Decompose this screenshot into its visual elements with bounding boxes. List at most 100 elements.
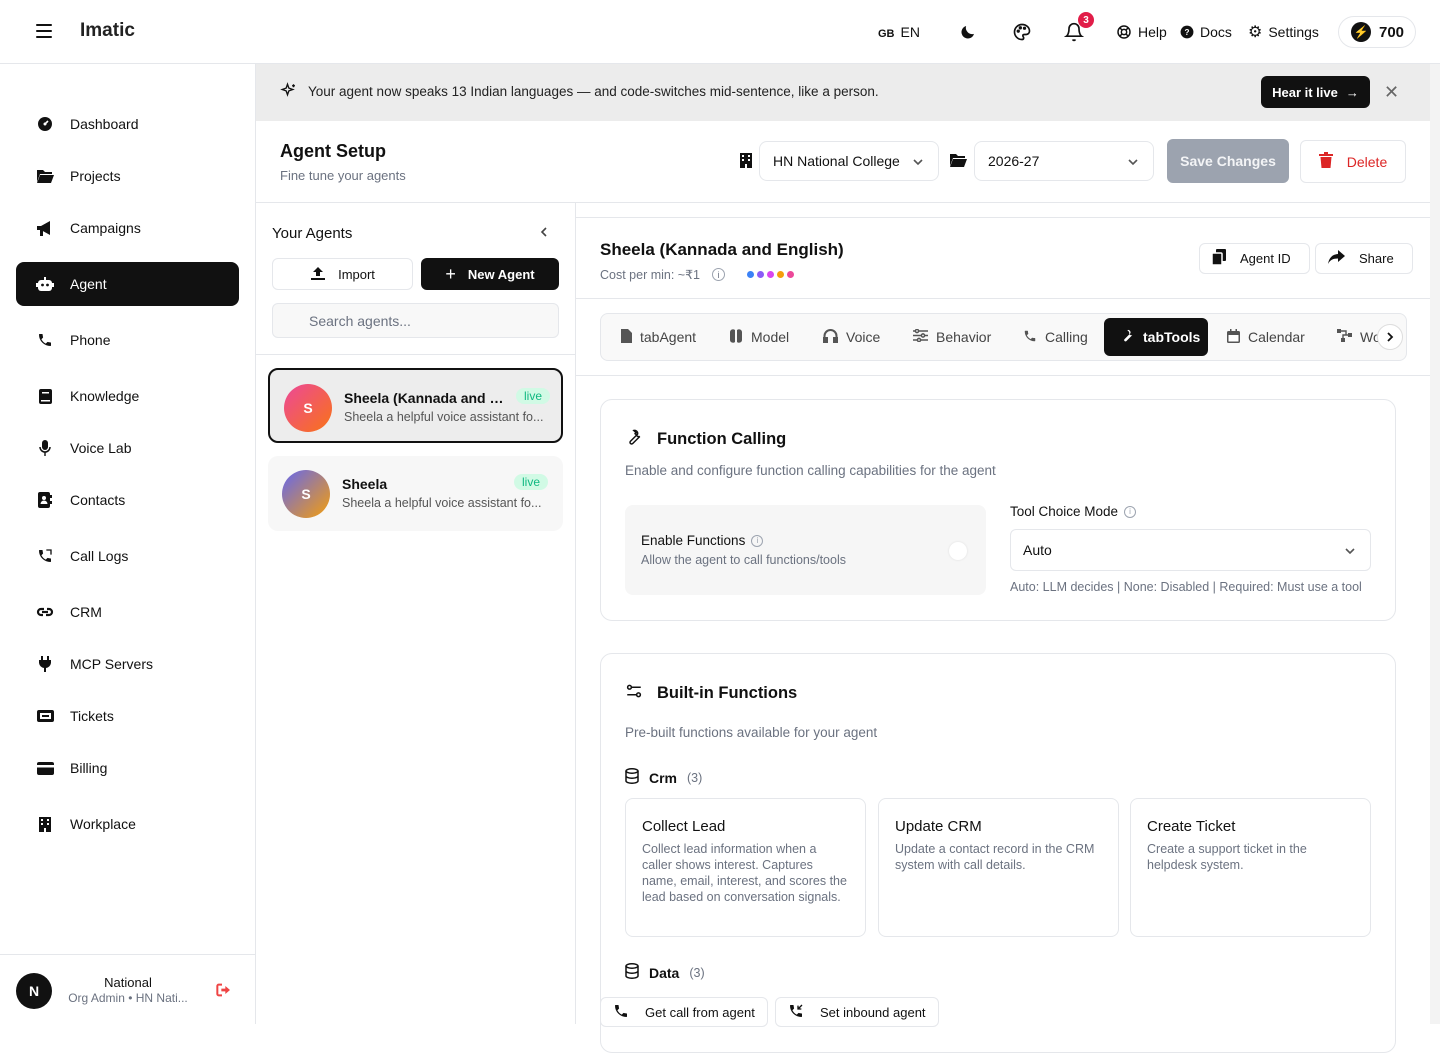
sidebar-item-agent[interactable]: Agent bbox=[16, 262, 239, 306]
function-card-update-crm[interactable]: Update CRM Update a contact record in th… bbox=[878, 798, 1119, 937]
tab-voice[interactable]: Voice bbox=[807, 318, 889, 356]
wrench-icon bbox=[625, 428, 643, 451]
function-description: Update a contact record in the CRM syste… bbox=[895, 842, 1095, 872]
get-call-button[interactable]: Get call from agent bbox=[600, 997, 768, 1027]
search-agents-input[interactable]: Search agents... bbox=[272, 303, 559, 338]
organization-select[interactable]: HN National College bbox=[759, 141, 939, 181]
tab-calendar[interactable]: Calendar bbox=[1211, 318, 1311, 356]
palette-icon[interactable] bbox=[1010, 20, 1034, 44]
tab-tabtools[interactable]: tabTools bbox=[1104, 318, 1208, 356]
sidebar-item-tickets[interactable]: Tickets bbox=[16, 694, 239, 738]
bolt-icon: ⚡ bbox=[1351, 22, 1371, 42]
new-agent-label: New Agent bbox=[467, 266, 535, 282]
sidebar-item-contacts[interactable]: Contacts bbox=[16, 478, 239, 522]
sidebar-item-voice-lab[interactable]: Voice Lab bbox=[16, 426, 239, 470]
docs-button[interactable]: ? Docs bbox=[1180, 0, 1232, 64]
link-icon bbox=[36, 603, 54, 621]
enable-functions-description: Allow the agent to call functions/tools bbox=[641, 553, 846, 567]
credits-badge[interactable]: ⚡ 700 bbox=[1338, 16, 1416, 48]
language-dots bbox=[747, 271, 795, 278]
chevron-left-icon[interactable] bbox=[538, 225, 550, 241]
sidebar-item-phone[interactable]: Phone bbox=[16, 318, 239, 362]
sidebar-item-crm[interactable]: CRM bbox=[16, 590, 239, 634]
cost-per-min: Cost per min: ~₹1 i bbox=[600, 267, 795, 282]
set-inbound-button[interactable]: Set inbound agent bbox=[775, 997, 939, 1027]
agent-avatar: S bbox=[282, 470, 330, 518]
chevron-right-icon[interactable] bbox=[1377, 324, 1403, 350]
banner-text: Your agent now speaks 13 Indian language… bbox=[308, 84, 879, 99]
delete-button[interactable]: Delete bbox=[1300, 140, 1406, 183]
sidebar-item-workplace[interactable]: Workplace bbox=[16, 802, 239, 846]
save-changes-button[interactable]: Save Changes bbox=[1167, 139, 1289, 183]
info-icon[interactable]: i bbox=[751, 534, 764, 547]
agent-card-selected[interactable]: S Sheela (Kannada and E... Sheela a help… bbox=[268, 368, 563, 443]
menu-icon[interactable] bbox=[36, 24, 52, 38]
function-card-create-ticket[interactable]: Create Ticket Create a support ticket in… bbox=[1130, 798, 1371, 937]
building-icon bbox=[740, 153, 752, 171]
sidebar-item-label: CRM bbox=[70, 604, 102, 620]
sidebar-item-label: Workplace bbox=[70, 816, 136, 832]
sidebar-item-label: Campaigns bbox=[70, 220, 141, 236]
share-button[interactable]: Share bbox=[1315, 243, 1413, 274]
moon-icon[interactable] bbox=[956, 20, 980, 44]
info-icon[interactable]: i bbox=[1124, 505, 1137, 518]
import-button[interactable]: Import bbox=[272, 258, 413, 290]
logout-icon[interactable] bbox=[216, 983, 232, 1000]
tool-choice-select[interactable]: Auto bbox=[1010, 529, 1371, 571]
close-icon[interactable]: ✕ bbox=[1384, 82, 1399, 103]
sidebar-item-billing[interactable]: Billing bbox=[16, 746, 239, 790]
tab-behavior[interactable]: Behavior bbox=[897, 318, 999, 356]
contacts-icon bbox=[36, 491, 54, 509]
wrench-icon bbox=[1120, 328, 1135, 346]
sidebar-item-label: Tickets bbox=[70, 708, 114, 724]
chevron-down-icon bbox=[912, 155, 924, 171]
robot-icon bbox=[36, 275, 54, 293]
sidebar-item-projects[interactable]: Projects bbox=[16, 154, 239, 198]
enable-functions-toggle[interactable] bbox=[949, 542, 967, 560]
tab-model[interactable]: Model bbox=[713, 318, 799, 356]
organization-value: HN National College bbox=[773, 153, 900, 169]
tab-tabagent[interactable]: tabAgent bbox=[605, 318, 705, 356]
tab-calling[interactable]: Calling bbox=[1007, 318, 1097, 356]
function-card-collect-lead[interactable]: Collect Lead Collect lead information wh… bbox=[625, 798, 866, 937]
language-dot bbox=[747, 271, 755, 278]
sidebar-item-label: Phone bbox=[70, 332, 111, 348]
hear-it-live-button[interactable]: Hear it live → bbox=[1261, 76, 1370, 108]
cost-label: Cost per min: ~₹1 bbox=[600, 268, 701, 282]
sidebar-item-label: MCP Servers bbox=[70, 656, 153, 672]
card-icon bbox=[36, 759, 54, 777]
sidebar-item-mcp-servers[interactable]: MCP Servers bbox=[16, 642, 239, 686]
group-name: Data bbox=[649, 964, 680, 981]
sidebar-item-call-logs[interactable]: Call Logs bbox=[16, 534, 239, 578]
group-header-data: Data (3) bbox=[625, 963, 705, 982]
svg-text:?: ? bbox=[1185, 28, 1190, 37]
question-icon: ? bbox=[1180, 25, 1194, 39]
language-dot bbox=[787, 271, 795, 278]
agent-id-label: Agent ID bbox=[1240, 251, 1291, 266]
credits-value: 700 bbox=[1379, 23, 1405, 41]
avatar[interactable]: N bbox=[16, 973, 52, 1009]
sidebar-item-knowledge[interactable]: Knowledge bbox=[16, 374, 239, 418]
academic-year-select[interactable]: 2026-27 bbox=[974, 141, 1154, 181]
sidebar-item-label: Knowledge bbox=[70, 388, 140, 404]
sidebar-item-dashboard[interactable]: Dashboard bbox=[16, 102, 239, 146]
tool-choice-value: Auto bbox=[1023, 542, 1052, 558]
group-name: Crm bbox=[649, 769, 678, 786]
calendar-icon bbox=[1227, 328, 1240, 346]
trash-icon bbox=[1318, 152, 1333, 171]
megaphone-icon bbox=[36, 219, 54, 237]
group-count: (3) bbox=[689, 965, 705, 980]
database-icon bbox=[625, 768, 639, 787]
agent-id-button[interactable]: Agent ID bbox=[1199, 243, 1310, 274]
new-agent-button[interactable]: + New Agent bbox=[421, 258, 559, 290]
group-count: (3) bbox=[687, 770, 703, 785]
settings-button[interactable]: ⚙ Settings bbox=[1248, 0, 1319, 64]
agent-card[interactable]: S Sheela Sheela a helpful voice assistan… bbox=[268, 456, 563, 531]
sidebar-item-campaigns[interactable]: Campaigns bbox=[16, 206, 239, 250]
language-switcher[interactable]: GB EN bbox=[878, 0, 920, 64]
info-icon[interactable]: i bbox=[712, 268, 726, 281]
page-scrollbar[interactable] bbox=[1430, 64, 1440, 1024]
delete-label: Delete bbox=[1346, 153, 1388, 170]
help-button[interactable]: Help bbox=[1116, 0, 1167, 64]
gear-icon: ⚙ bbox=[1248, 24, 1263, 41]
